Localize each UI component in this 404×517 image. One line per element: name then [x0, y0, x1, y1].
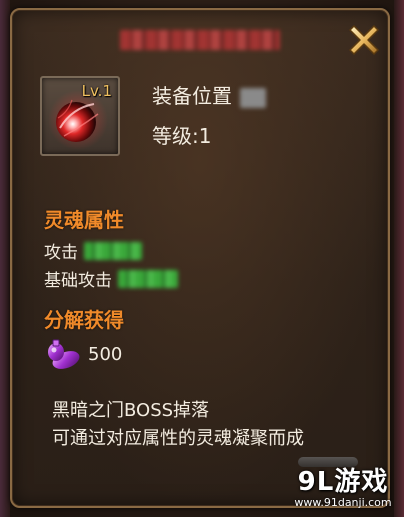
decompose-reward: 500: [46, 338, 122, 370]
equip-slot-value-obscured: [240, 87, 267, 108]
decompose-heading: 分解获得: [44, 308, 124, 332]
item-icon-slot[interactable]: Lv.1: [40, 76, 120, 156]
close-x-icon: [349, 25, 379, 55]
stat-row-attack: 攻击: [44, 238, 142, 263]
equip-slot-row: 装备位置: [152, 80, 267, 109]
game-screen: Lv.1 装备位置 等级:1 灵魂属性 攻击 基础攻击 分解获得 500 黑暗之…: [0, 0, 404, 517]
description-line-2: 可通过对应属性的灵魂凝聚而成: [52, 428, 304, 449]
close-button[interactable]: [342, 18, 386, 62]
stat-label: 攻击: [44, 243, 78, 263]
background-scene-right: [394, 0, 404, 517]
site-watermark: 9L游戏 www.91danji.com: [288, 456, 398, 514]
stat-value-obscured: [118, 269, 178, 288]
equip-slot-label: 装备位置: [152, 84, 232, 108]
stat-row-base-attack: 基础攻击: [44, 266, 178, 291]
item-name-title: [120, 28, 280, 52]
watermark-url: www.91danji.com: [294, 496, 392, 509]
stat-label: 基础攻击: [44, 271, 112, 291]
soul-attributes-heading: 灵魂属性: [44, 208, 124, 232]
watermark-logo-text: 9L游戏: [297, 467, 389, 497]
item-level-text: 等级:1: [152, 124, 212, 148]
item-level-badge: Lv.1: [81, 82, 112, 100]
reward-amount: 500: [88, 343, 123, 365]
title-obscured-text: [120, 30, 280, 50]
purple-potion-icon: [48, 339, 80, 369]
background-scene-left: [0, 0, 10, 517]
stat-value-obscured: [84, 241, 142, 260]
description-line-1: 黑暗之门BOSS掉落: [52, 400, 210, 421]
